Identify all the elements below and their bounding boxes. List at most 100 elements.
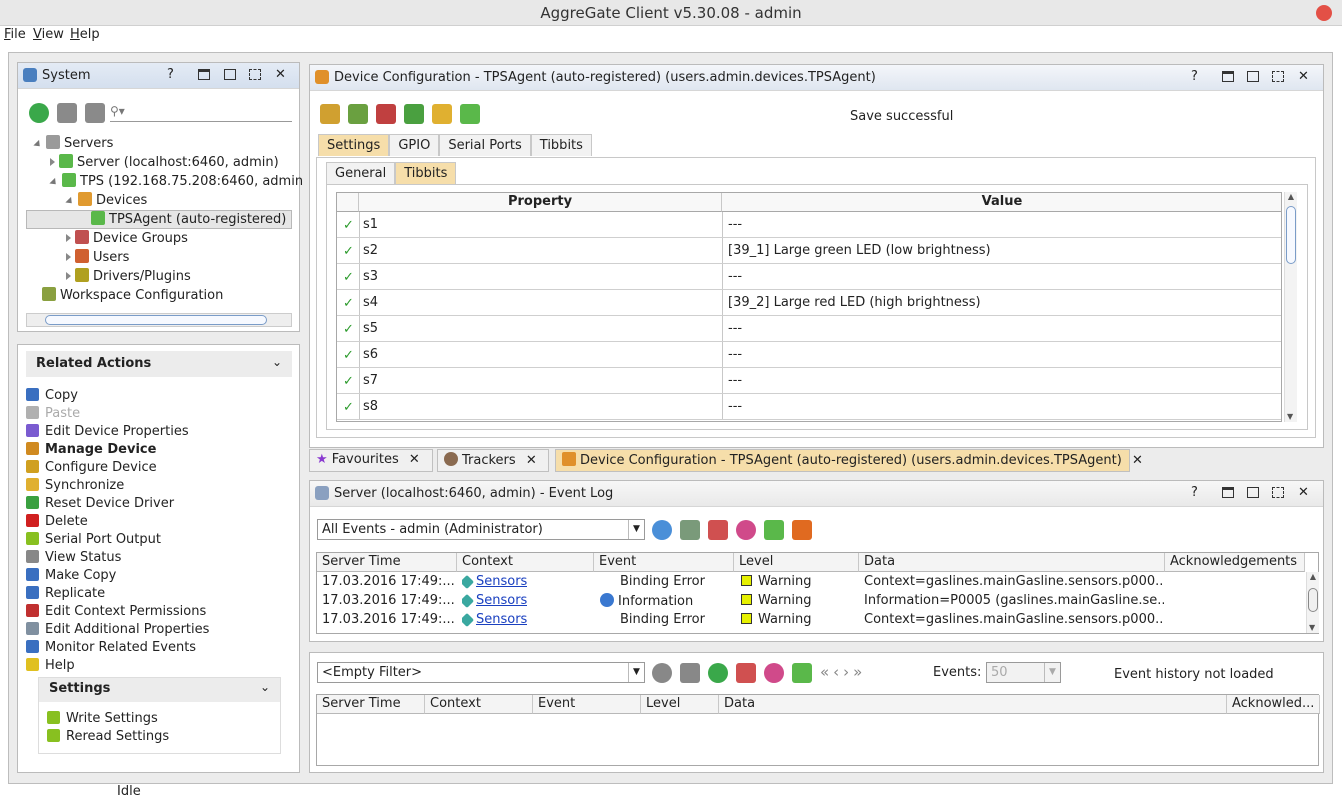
column-header[interactable]: Level — [734, 553, 859, 572]
tree-node-device-groups[interactable]: Device Groups — [66, 230, 188, 246]
subtab-tibbits[interactable]: Tibbits — [395, 162, 457, 184]
close-tab-icon[interactable]: ✕ — [409, 452, 420, 467]
action-item[interactable]: Serial Port Output — [26, 532, 161, 547]
tab-favourites[interactable]: ★ Favourites ✕ — [309, 449, 433, 472]
column-header[interactable]: Level — [641, 695, 719, 714]
action-item[interactable]: Reset Device Driver — [26, 496, 174, 511]
tree-node-drivers[interactable]: Drivers/Plugins — [66, 268, 191, 284]
collapse-icon[interactable] — [85, 103, 105, 123]
clear-icon[interactable] — [736, 663, 756, 683]
collapse-chevron-icon[interactable]: ⌄ — [260, 680, 270, 694]
scrollbar-thumb[interactable] — [1308, 588, 1318, 612]
table-row[interactable]: ✓ s7 --- — [337, 368, 1281, 394]
action-item[interactable]: Edit Device Properties — [26, 424, 189, 439]
table-vertical-scrollbar[interactable]: ▲ ▼ — [1284, 192, 1297, 422]
chart-icon[interactable] — [736, 520, 756, 540]
table-row[interactable]: ✓ s3 --- — [337, 264, 1281, 290]
export-icon[interactable] — [348, 104, 368, 124]
save-icon[interactable] — [764, 520, 784, 540]
action-item[interactable]: Copy — [26, 388, 78, 403]
float-icon[interactable] — [1272, 487, 1284, 498]
value-cell[interactable]: --- — [728, 269, 742, 284]
close-tab-icon[interactable]: ✕ — [1132, 453, 1143, 468]
tree-node-tpsagent[interactable]: TPSAgent (auto-registered) — [26, 210, 292, 229]
table-header-value[interactable]: Value — [722, 193, 1281, 212]
action-item[interactable]: Edit Context Permissions — [26, 604, 206, 619]
event-row[interactable]: 17.03.2016 17:49:... Sensors Information Wa… — [317, 592, 1302, 611]
column-header[interactable]: Acknowledgements — [1165, 553, 1305, 572]
value-cell[interactable]: --- — [728, 217, 742, 232]
value-cell[interactable]: --- — [728, 347, 742, 362]
open-folder-icon[interactable] — [432, 104, 452, 124]
table-row[interactable]: ✓ s2 [39_1] Large green LED (low brightnes… — [337, 238, 1281, 264]
maximize-icon[interactable] — [1222, 71, 1234, 82]
restore-icon[interactable] — [1247, 487, 1259, 498]
table-row[interactable]: ✓ s4 [39_2] Large red LED (high brightness… — [337, 290, 1281, 316]
column-header[interactable]: Data — [719, 695, 1227, 714]
action-write-settings[interactable]: Write Settings — [47, 711, 158, 726]
context-cell[interactable]: Sensors — [462, 593, 527, 608]
navigation-icons[interactable]: «‹›» — [820, 663, 866, 681]
action-item[interactable]: Manage Device — [26, 442, 156, 457]
action-item[interactable]: Help — [26, 658, 75, 673]
filter-icon[interactable] — [680, 520, 700, 540]
delete-icon[interactable] — [376, 104, 396, 124]
context-cell[interactable]: Sensors — [462, 574, 527, 589]
chart-icon[interactable] — [764, 663, 784, 683]
event-row[interactable]: 17.03.2016 17:49:... Sensors Binding Error… — [317, 573, 1302, 592]
column-header[interactable]: Context — [457, 553, 594, 572]
save-icon[interactable] — [460, 104, 480, 124]
close-tab-icon[interactable]: ✕ — [526, 453, 537, 468]
table-header-property[interactable]: Property — [359, 193, 722, 212]
refresh-icon[interactable] — [708, 663, 728, 683]
menu-help[interactable]: Help — [70, 27, 100, 42]
help-icon[interactable]: ? — [167, 67, 174, 82]
restore-icon[interactable] — [1247, 71, 1259, 82]
save-icon[interactable] — [792, 663, 812, 683]
table-row[interactable]: ✓ s8 --- — [337, 394, 1281, 420]
table-row[interactable]: ✓ s6 --- — [337, 342, 1281, 368]
expand-icon[interactable] — [57, 103, 77, 123]
event-row[interactable]: 17.03.2016 17:49:... Sensors Binding Error… — [317, 611, 1302, 630]
tab-gpio[interactable]: GPIO — [389, 134, 440, 156]
clear-icon[interactable] — [708, 520, 728, 540]
action-item[interactable]: Paste — [26, 406, 80, 421]
tab-device-configuration[interactable]: Device Configuration - TPSAgent (auto-re… — [555, 449, 1143, 472]
value-cell[interactable]: --- — [728, 399, 742, 414]
action-item[interactable]: View Status — [26, 550, 121, 565]
action-item[interactable]: Delete — [26, 514, 88, 529]
value-cell[interactable]: --- — [728, 373, 742, 388]
value-cell[interactable]: [39_2] Large red LED (high brightness) — [728, 295, 981, 310]
event-filter-select[interactable]: All Events - admin (Administrator) ▼ — [317, 519, 645, 540]
unlock-icon[interactable] — [404, 104, 424, 124]
related-actions-header[interactable]: Related Actions ⌄ — [26, 351, 292, 377]
tab-settings[interactable]: Settings — [318, 134, 390, 156]
float-icon[interactable] — [1272, 71, 1284, 82]
column-header[interactable]: Context — [425, 695, 533, 714]
float-icon[interactable] — [249, 69, 261, 80]
tree-node-users[interactable]: Users — [66, 249, 129, 265]
close-panel-icon[interactable]: ✕ — [275, 67, 286, 82]
action-item[interactable]: Edit Additional Properties — [26, 622, 209, 637]
menu-file[interactable]: File — [4, 27, 26, 42]
tree-search-input[interactable]: ⚲▾ — [110, 104, 292, 122]
scrollbar-thumb[interactable] — [45, 315, 267, 325]
history-filter-select[interactable]: <Empty Filter> ▼ — [317, 662, 645, 683]
column-header[interactable]: Server Time — [317, 553, 457, 572]
table-row[interactable]: ✓ s1 --- — [337, 212, 1281, 238]
action-item[interactable]: Replicate — [26, 586, 105, 601]
action-item[interactable]: Synchronize — [26, 478, 124, 493]
filter-icon[interactable] — [680, 663, 700, 683]
context-cell[interactable]: Sensors — [462, 612, 527, 627]
tab-trackers[interactable]: Trackers ✕ — [437, 449, 549, 472]
action-item[interactable]: Make Copy — [26, 568, 116, 583]
column-header[interactable]: Event — [533, 695, 641, 714]
help-icon[interactable]: ? — [1191, 485, 1198, 500]
column-header[interactable]: Event — [594, 553, 734, 572]
settings-header[interactable]: Settings ⌄ — [39, 678, 280, 702]
value-cell[interactable]: [39_1] Large green LED (low brightness) — [728, 243, 991, 258]
action-item[interactable]: Monitor Related Events — [26, 640, 196, 655]
collapse-chevron-icon[interactable]: ⌄ — [272, 355, 282, 369]
column-header[interactable]: Acknowled... — [1227, 695, 1320, 714]
import-icon[interactable] — [320, 104, 340, 124]
